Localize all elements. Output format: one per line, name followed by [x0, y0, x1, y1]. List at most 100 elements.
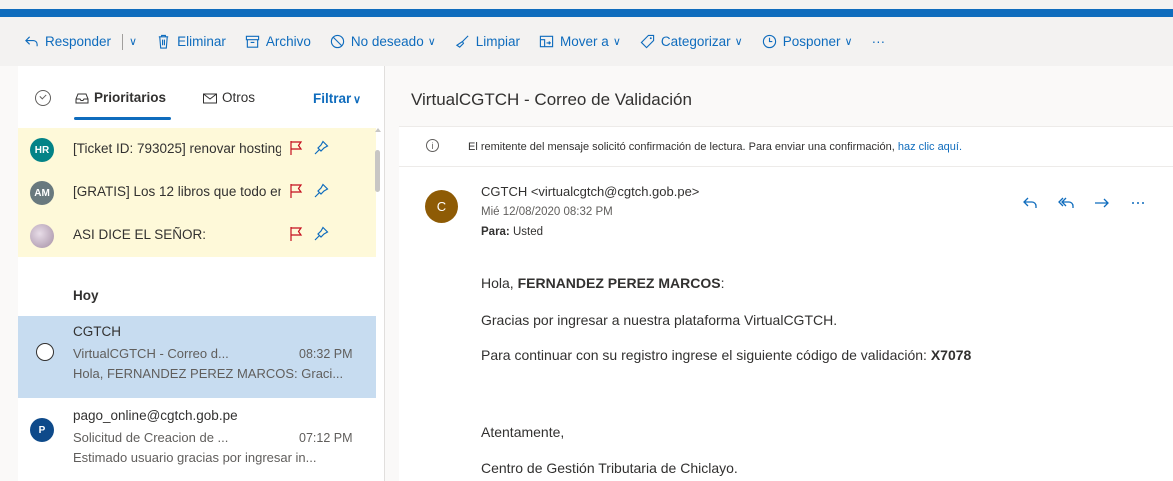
- mail-icon: [203, 93, 217, 103]
- to-value: Usted: [512, 226, 544, 238]
- chevron-down-icon: ∨: [427, 36, 436, 48]
- pin-icon[interactable]: [313, 226, 329, 242]
- chevron-down-icon: ∨: [612, 36, 621, 48]
- chevron-down-icon: ∨: [844, 36, 853, 48]
- reply-label: Responder: [45, 34, 112, 49]
- sweep-button[interactable]: Limpiar: [455, 34, 520, 49]
- reply-options-button[interactable]: ∨: [129, 35, 138, 48]
- message-card: i El remitente del mensaje solicitó conf…: [399, 126, 1173, 481]
- select-all-checkbox[interactable]: [35, 90, 51, 106]
- closing: Atentamente,: [481, 424, 565, 440]
- categorize-label: Categorizar: [660, 34, 731, 49]
- message-sender: pago_online@cgtch.gob.pe: [73, 408, 238, 423]
- message-list-pane: Prioritarios Otros Filtrar ∨ HR [Ticket …: [18, 66, 385, 481]
- delete-button[interactable]: Eliminar: [156, 34, 226, 49]
- sender-name[interactable]: CGTCH <virtualcgtch@cgtch.gob.pe>: [481, 184, 699, 199]
- recipient-name: FERNANDEZ PEREZ MARCOS: [517, 275, 721, 291]
- to-label: Para:: [481, 226, 510, 238]
- read-receipt-notice: i El remitente del mensaje solicitó conf…: [399, 127, 1173, 167]
- avatar: [30, 224, 54, 248]
- pinned-message-item[interactable]: ASI DICE EL SEÑOR:: [18, 214, 376, 257]
- move-label: Mover a: [560, 34, 609, 49]
- code-text: Para continuar con su registro ingrese e…: [481, 347, 927, 363]
- clock-icon: [762, 34, 776, 49]
- message-subject: Solicitud de Creacion de ...: [73, 430, 229, 445]
- message-time: 08:32 PM: [299, 347, 353, 361]
- pin-icon[interactable]: [313, 183, 329, 199]
- message-sender: CGTCH: [73, 324, 121, 339]
- archive-label: Archivo: [265, 34, 311, 49]
- list-header: Prioritarios Otros Filtrar ∨: [18, 66, 384, 128]
- chevron-down-icon: ∨: [353, 94, 362, 106]
- command-toolbar: Responder ∨ Eliminar Archivo No deseado …: [0, 17, 1173, 66]
- forward-icon[interactable]: [1093, 194, 1111, 212]
- snooze-label: Posponer: [782, 34, 841, 49]
- junk-label: No deseado: [350, 34, 424, 49]
- flag-icon[interactable]: [289, 140, 303, 156]
- pin-icon[interactable]: [313, 140, 329, 156]
- chevron-down-icon: ∨: [129, 36, 138, 48]
- notice-text: El remitente del mensaje solicitó confir…: [468, 141, 962, 153]
- tab-focused-label: Prioritarios: [94, 90, 167, 105]
- conversation-title: VirtualCGTCH - Correo de Validación: [411, 90, 692, 109]
- more-icon[interactable]: [1129, 194, 1147, 212]
- recipients: Para: Usted: [481, 226, 543, 238]
- message-preview: Estimado usuario gracias por ingresar in…: [73, 450, 317, 465]
- delete-label: Eliminar: [177, 34, 226, 49]
- message-date: Mié 12/08/2020 08:32 PM: [481, 206, 613, 218]
- list-item[interactable]: P pago_online@cgtch.gob.pe Solicitud de …: [18, 398, 376, 481]
- select-radio[interactable]: [36, 343, 54, 361]
- body-line: Gracias por ingresar a nuestra plataform…: [481, 312, 838, 328]
- sweep-label: Limpiar: [475, 34, 521, 49]
- flag-icon[interactable]: [289, 226, 303, 242]
- move-button[interactable]: Mover a ∨: [539, 34, 621, 49]
- junk-button[interactable]: No deseado ∨: [330, 34, 436, 49]
- brand-bar: [0, 9, 1173, 17]
- reply-all-icon[interactable]: [1057, 194, 1075, 212]
- avatar: HR: [30, 138, 54, 162]
- scroll-up-arrow[interactable]: [375, 128, 381, 132]
- chevron-down-icon: ∨: [734, 36, 743, 48]
- divider: [122, 33, 124, 50]
- categorize-button[interactable]: Categorizar ∨: [640, 34, 743, 49]
- signature: Centro de Gestión Tributaria de Chiclayo…: [481, 460, 738, 476]
- reply-icon: [25, 36, 38, 47]
- message-subject: [Ticket ID: 793025] renovar hosting: [73, 141, 281, 156]
- send-receipt-link[interactable]: haz clic aquí.: [898, 141, 962, 153]
- tab-other-label: Otros: [222, 90, 256, 105]
- app-header: [0, 0, 1173, 17]
- folder-move-icon: [539, 35, 554, 48]
- greeting: Hola,: [481, 275, 514, 291]
- info-icon: i: [426, 139, 439, 152]
- snooze-button[interactable]: Posponer ∨: [762, 34, 853, 49]
- inbox-icon: [75, 93, 89, 103]
- tab-other[interactable]: Otros: [202, 90, 255, 105]
- message-subject: [GRATIS] Los 12 libros que todo emprende…: [73, 184, 281, 199]
- list-item[interactable]: CGTCH VirtualCGTCH - Correo d... 08:32 P…: [18, 316, 376, 398]
- message-subject: VirtualCGTCH - Correo d...: [73, 346, 229, 361]
- reply-icon[interactable]: [1021, 194, 1039, 212]
- more-icon: ···: [871, 34, 886, 49]
- reply-button[interactable]: Responder: [24, 34, 111, 49]
- filter-label: Filtrar: [313, 91, 352, 106]
- pinned-message-item[interactable]: AM [GRATIS] Los 12 libros que todo empre…: [18, 171, 376, 214]
- tab-focused[interactable]: Prioritarios: [74, 90, 172, 120]
- archive-button[interactable]: Archivo: [245, 34, 311, 49]
- pinned-message-item[interactable]: HR [Ticket ID: 793025] renovar hosting: [18, 128, 376, 171]
- validation-code: X7078: [930, 347, 972, 363]
- message-time: 07:12 PM: [299, 431, 353, 445]
- message-actions: [1021, 194, 1147, 212]
- broom-icon: [455, 35, 469, 48]
- message-subject: ASI DICE EL SEÑOR:: [73, 227, 207, 242]
- tag-icon: [640, 34, 655, 49]
- group-header-today: Hoy: [73, 288, 99, 303]
- block-icon: [330, 34, 345, 49]
- list-scrollbar[interactable]: [374, 128, 382, 481]
- more-actions-button[interactable]: ···: [872, 34, 886, 49]
- scroll-thumb[interactable]: [375, 150, 380, 192]
- sender-avatar: C: [425, 190, 458, 223]
- notice-message: El remitente del mensaje solicitó confir…: [468, 141, 895, 153]
- flag-icon[interactable]: [289, 183, 303, 199]
- filter-button[interactable]: Filtrar ∨: [313, 91, 361, 106]
- trash-icon: [158, 34, 169, 49]
